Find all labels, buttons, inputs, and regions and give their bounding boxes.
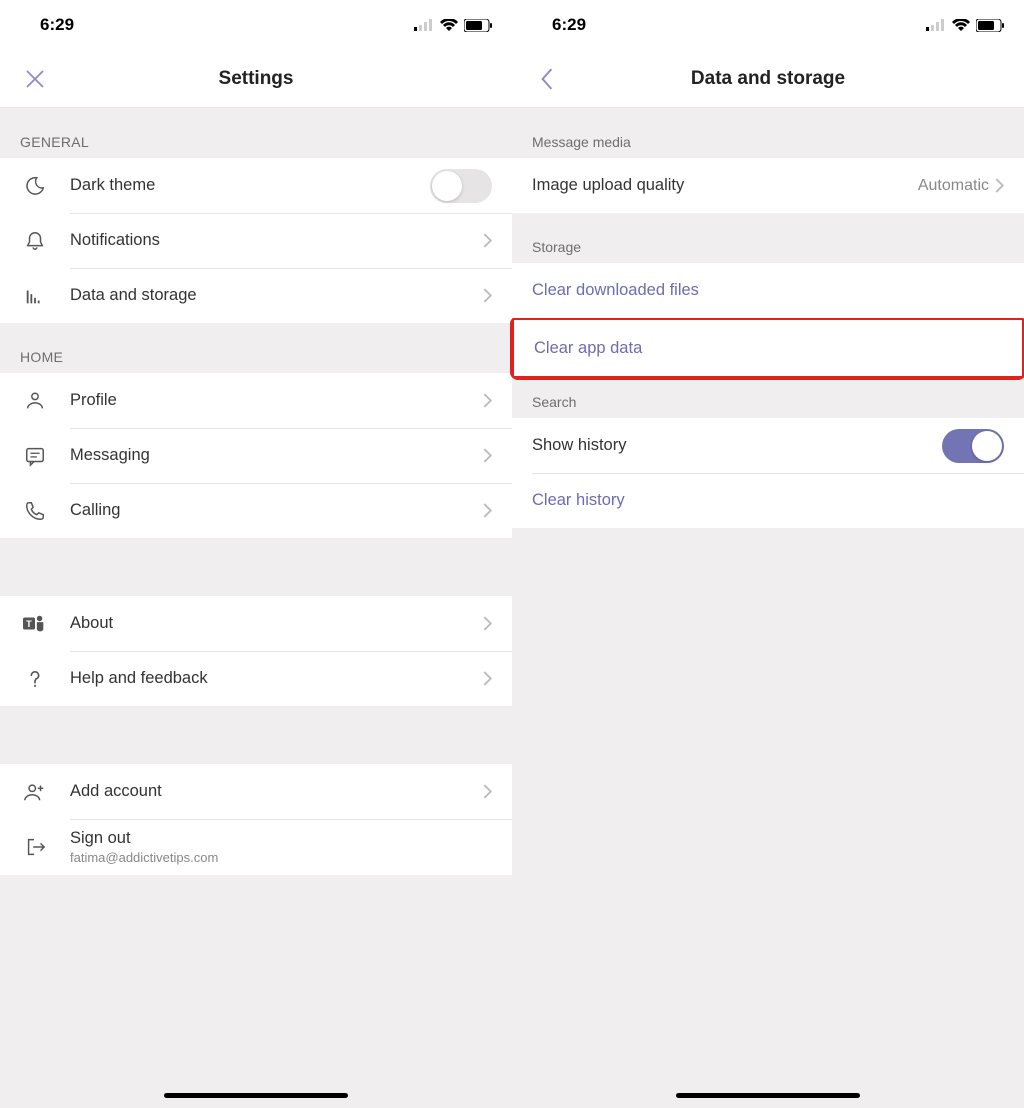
row-profile[interactable]: Profile (0, 373, 512, 428)
battery-icon (464, 19, 492, 32)
section-header-search: Search (512, 378, 1024, 418)
row-help[interactable]: Help and feedback (0, 651, 512, 706)
section-header-storage: Storage (512, 213, 1024, 263)
home-indicator (676, 1093, 860, 1098)
row-label: Clear downloaded files (532, 281, 1004, 300)
row-clear-app-data[interactable]: Clear app data (514, 320, 1022, 376)
nav-title: Settings (219, 68, 294, 90)
row-label: Help and feedback (70, 669, 483, 688)
row-label: Data and storage (70, 286, 483, 305)
row-notifications[interactable]: Notifications (0, 213, 512, 268)
chevron-right-icon (995, 178, 1004, 193)
data-storage-pane: 6:29 Data and storage Message media Imag… (512, 0, 1024, 1108)
svg-text:T: T (26, 618, 32, 628)
question-icon (20, 664, 50, 694)
bell-icon (20, 226, 50, 256)
close-icon (24, 68, 46, 90)
row-upload-quality[interactable]: Image upload quality Automatic (512, 158, 1024, 213)
back-icon (540, 68, 554, 90)
nav-title: Data and storage (691, 68, 845, 90)
status-bar: 6:29 (0, 0, 512, 50)
section-header-media: Message media (512, 108, 1024, 158)
status-icons (926, 19, 1004, 32)
chevron-right-icon (483, 233, 492, 248)
chevron-right-icon (483, 616, 492, 631)
row-value: Automatic (918, 177, 989, 195)
battery-icon (976, 19, 1004, 32)
row-sign-out[interactable]: Sign out fatima@addictivetips.com (0, 819, 512, 875)
row-label: Image upload quality (532, 176, 918, 195)
settings-pane: 6:29 Settings GENERAL Dark theme Notific… (0, 0, 512, 1108)
row-label: Clear history (532, 491, 1004, 510)
chevron-right-icon (483, 448, 492, 463)
section-header-home: HOME (0, 323, 512, 373)
row-label: Clear app data (534, 339, 1002, 358)
row-data-storage[interactable]: Data and storage (0, 268, 512, 323)
chevron-right-icon (483, 784, 492, 799)
row-label: Show history (532, 436, 942, 455)
spacer (0, 538, 512, 596)
nav-bar: Settings (0, 50, 512, 108)
section-header-general: GENERAL (0, 108, 512, 158)
wifi-icon (952, 19, 970, 31)
phone-icon (20, 496, 50, 526)
row-clear-history[interactable]: Clear history (512, 473, 1024, 528)
row-dark-theme[interactable]: Dark theme (0, 158, 512, 213)
chevron-right-icon (483, 671, 492, 686)
signal-icon (926, 19, 946, 31)
signout-label: Sign out (70, 829, 492, 848)
bars-icon (20, 281, 50, 311)
row-label: About (70, 614, 483, 633)
signal-icon (414, 19, 434, 31)
row-label: Messaging (70, 446, 483, 465)
status-icons (414, 19, 492, 32)
row-messaging[interactable]: Messaging (0, 428, 512, 483)
spacer (0, 706, 512, 764)
home-indicator (164, 1093, 348, 1098)
message-icon (20, 441, 50, 471)
row-label: Notifications (70, 231, 483, 250)
chevron-right-icon (483, 503, 492, 518)
row-calling[interactable]: Calling (0, 483, 512, 538)
add-user-icon (20, 777, 50, 807)
chevron-right-icon (483, 288, 492, 303)
teams-icon: T (20, 609, 50, 639)
moon-icon (20, 171, 50, 201)
highlight-clear-app-data: Clear app data (510, 316, 1024, 380)
status-time: 6:29 (552, 15, 586, 35)
row-label: Dark theme (70, 176, 430, 195)
signout-icon (20, 832, 50, 862)
back-button[interactable] (532, 64, 562, 94)
row-label: Calling (70, 501, 483, 520)
row-show-history[interactable]: Show history (512, 418, 1024, 473)
row-about[interactable]: T About (0, 596, 512, 651)
profile-icon (20, 386, 50, 416)
nav-bar: Data and storage (512, 50, 1024, 108)
show-history-toggle[interactable] (942, 429, 1004, 463)
wifi-icon (440, 19, 458, 31)
row-clear-downloaded[interactable]: Clear downloaded files (512, 263, 1024, 318)
row-label: Add account (70, 782, 483, 801)
signout-email: fatima@addictivetips.com (70, 850, 492, 865)
row-add-account[interactable]: Add account (0, 764, 512, 819)
chevron-right-icon (483, 393, 492, 408)
status-bar: 6:29 (512, 0, 1024, 50)
dark-theme-toggle[interactable] (430, 169, 492, 203)
status-time: 6:29 (40, 15, 74, 35)
close-button[interactable] (20, 64, 50, 94)
row-label: Profile (70, 391, 483, 410)
